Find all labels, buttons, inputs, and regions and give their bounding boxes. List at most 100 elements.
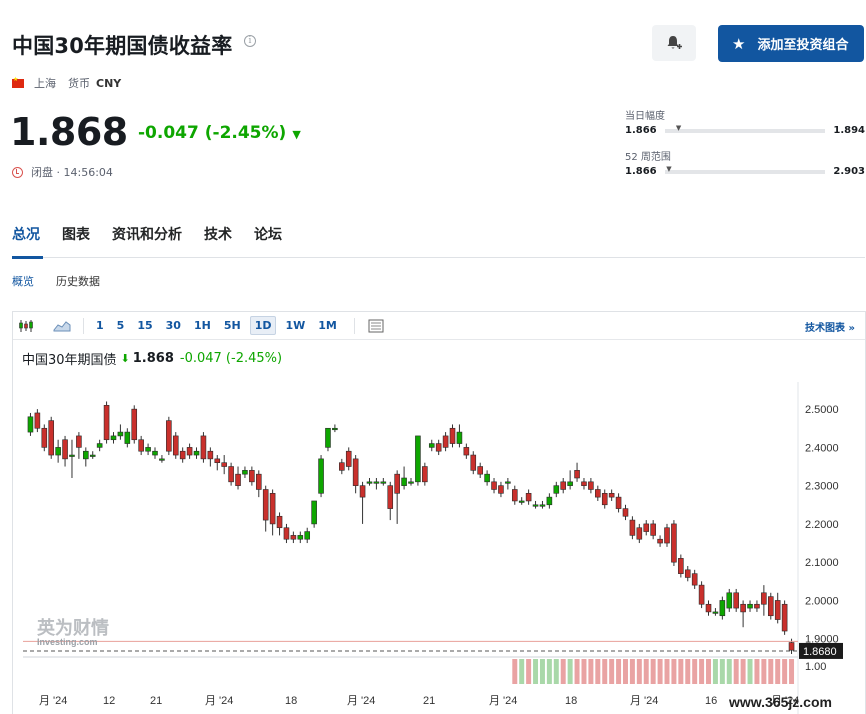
volume-bar [616, 659, 622, 684]
volume-bar [657, 659, 663, 684]
candle-body [456, 431, 463, 444]
candle-body [518, 500, 525, 503]
week52-range-high: 2.903 [833, 166, 865, 177]
active-tab-indicator [12, 256, 43, 259]
volume-bar [650, 659, 656, 684]
x-tick-label: 21 [150, 695, 162, 707]
volume-bar [519, 659, 525, 684]
volume-bar [706, 659, 712, 684]
volume-bar [533, 659, 539, 684]
volume-bar [733, 659, 739, 684]
candle-body [138, 439, 144, 452]
volume-bar [539, 659, 545, 684]
candlestick-chart[interactable]: 2.50002.40002.30002.20002.10002.00001.90… [13, 312, 865, 714]
alert-button[interactable] [652, 25, 696, 61]
x-tick-label: 21 [423, 695, 435, 707]
candle-body [608, 493, 615, 498]
candle-body [249, 470, 255, 483]
candle-body [498, 485, 504, 494]
add-to-portfolio-button[interactable]: ★ 添加至投资组合 [718, 25, 864, 62]
day-range-label: 当日幅度 [625, 111, 665, 122]
candle-body [235, 473, 241, 486]
volume-bar [699, 659, 705, 684]
tab-chart[interactable]: 图表 [62, 224, 90, 244]
add-to-portfolio-label: 添加至投资组合 [757, 38, 849, 53]
week52-range-label: 52 周范围 [625, 152, 671, 163]
x-tick-label: 16 [705, 695, 717, 707]
volume-bar [602, 659, 608, 684]
subtab-summary[interactable]: 概览 [12, 273, 34, 289]
candle-body [179, 450, 186, 460]
candle-body [207, 450, 214, 460]
chart-panel: 1 5 15 30 1H 5H 1D 1W 1M 技术图表 » 中国30年期国债… [12, 311, 866, 714]
candle-body [781, 603, 788, 632]
volume-bar [526, 659, 532, 684]
x-tick-label: 月 '24 [630, 695, 658, 707]
candle-body [172, 435, 179, 456]
tab-overview[interactable]: 总况 [12, 224, 40, 244]
site-watermark: www.365jz.com [728, 694, 832, 710]
candle-body [96, 443, 103, 448]
candle-body [339, 462, 345, 471]
volume-bar [754, 659, 760, 684]
star-icon: ★ [732, 34, 746, 53]
candle-body [622, 508, 629, 517]
volume-bar [789, 659, 795, 684]
candle-body [574, 470, 580, 479]
candle-body [650, 523, 656, 536]
candle-body [318, 458, 324, 494]
candle-body [767, 596, 774, 617]
candle-body [754, 603, 760, 609]
price-change-value: -0.047 (-2.45%) [138, 123, 287, 143]
candle-body [684, 569, 691, 578]
candle-body [159, 458, 165, 461]
volume-bar [712, 659, 718, 684]
candle-body [401, 477, 407, 486]
candle-body [55, 447, 61, 456]
down-triangle-icon: ▼ [292, 128, 301, 141]
tab-technical[interactable]: 技术 [204, 224, 232, 244]
candle-body [505, 481, 511, 484]
candle-body [740, 603, 746, 613]
volume-bar [761, 659, 767, 684]
candle-body [311, 500, 317, 525]
range-marker-icon: ▼ [666, 164, 672, 173]
last-price: 1.868 [10, 110, 128, 154]
volume-bar [574, 659, 580, 684]
market-status-text: 闭盘 · 14:56:04 [31, 166, 113, 179]
candle-body [166, 420, 172, 452]
candle-body [255, 473, 262, 490]
day-range-bar: ▼ [664, 124, 826, 133]
volume-bar [685, 659, 691, 684]
y-tick-label: 2.2000 [805, 519, 839, 531]
candle-body [705, 603, 712, 613]
volume-bar [678, 659, 684, 684]
tab-news-analysis[interactable]: 资讯和分析 [112, 224, 182, 244]
candle-body [428, 443, 435, 448]
sub-tabs: 概览 历史数据 [12, 273, 122, 289]
candle-body [69, 454, 75, 457]
tabs-divider [12, 257, 865, 258]
candle-body [366, 481, 373, 484]
investing-watermark-brand: 英为财情 [36, 617, 109, 639]
candle-body [193, 450, 200, 456]
volume-tick-label: 1.00 [805, 661, 826, 673]
candle-body [698, 584, 705, 605]
volume-bar [553, 659, 559, 684]
candle-body [477, 466, 483, 475]
candle-body [733, 592, 739, 609]
subtab-historical-data[interactable]: 历史数据 [56, 273, 100, 289]
candle-body [373, 481, 380, 484]
candle-body [588, 481, 594, 490]
candle-body [387, 485, 394, 509]
volume-bar [588, 659, 594, 684]
tab-forum[interactable]: 论坛 [254, 224, 282, 244]
candle-body [484, 473, 490, 483]
volume-bar [622, 659, 628, 684]
candle-body [664, 527, 670, 544]
day-range-high: 1.894 [833, 125, 865, 136]
volume-bar [560, 659, 566, 684]
info-icon[interactable]: i [244, 35, 256, 47]
candle-body [691, 573, 698, 586]
candle-body [76, 435, 82, 448]
